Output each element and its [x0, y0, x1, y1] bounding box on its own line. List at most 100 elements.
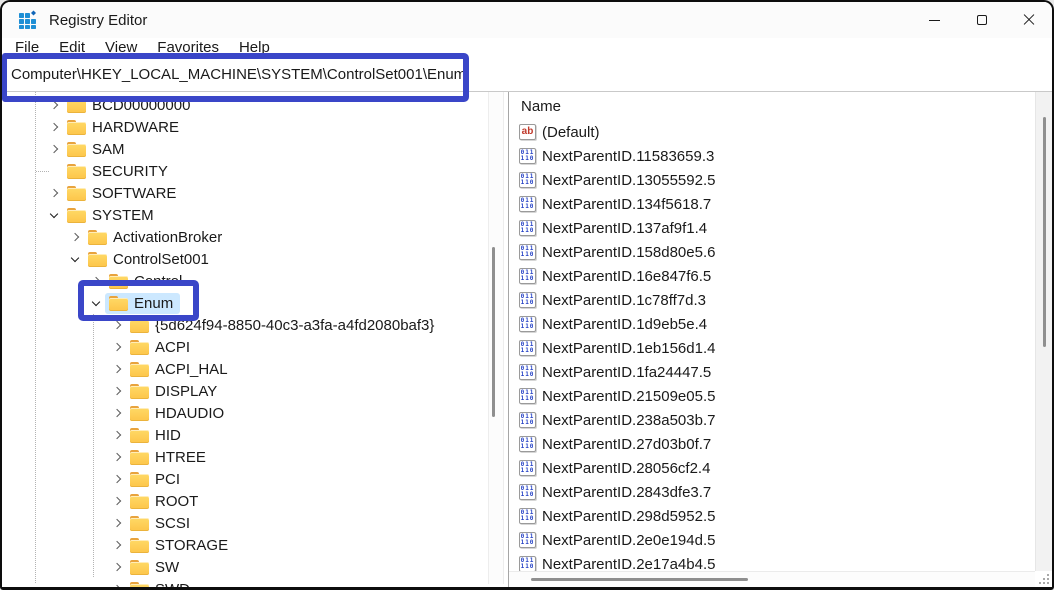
tree-row[interactable]: SCSI — [2, 512, 486, 534]
value-row[interactable]: ab 011 110 NextParentID.298d5952.5 — [509, 504, 1035, 528]
expand-chevron-icon[interactable] — [47, 163, 63, 179]
tree-row[interactable]: ACPI — [2, 336, 486, 358]
tree-scrollbar-thumb[interactable] — [492, 247, 495, 417]
value-row[interactable]: ab 011 110 NextParentID.1c78ff7d.3 — [509, 288, 1035, 312]
tree-row[interactable]: Control — [2, 270, 486, 292]
tree-row[interactable]: HDAUDIO — [2, 402, 486, 424]
tree-row-label: DISPLAY — [155, 383, 217, 400]
tree-row[interactable]: HARDWARE — [2, 116, 486, 138]
tree-row-chip: ACPI_HAL — [126, 359, 235, 380]
expand-chevron-icon[interactable] — [110, 339, 126, 355]
tree-row[interactable]: {5d624f94-8850-40c3-a3fa-a4fd2080baf3} — [2, 314, 486, 336]
tree-scrollbar-track[interactable] — [488, 92, 504, 584]
expand-chevron-icon[interactable] — [110, 471, 126, 487]
expand-chevron-icon[interactable] — [110, 383, 126, 399]
tree-row-label: ACPI — [155, 339, 190, 356]
expand-chevron-icon[interactable] — [110, 427, 126, 443]
expand-chevron-icon[interactable] — [110, 493, 126, 509]
menu-view[interactable]: View — [95, 38, 147, 57]
value-row[interactable]: ab 011 110 NextParentID.11583659.3 — [509, 144, 1035, 168]
value-row[interactable]: ab 011 110 NextParentID.16e847f6.5 — [509, 264, 1035, 288]
expand-chevron-icon[interactable] — [110, 559, 126, 575]
value-row[interactable]: ab 011 110 NextParentID.238a503b.7 — [509, 408, 1035, 432]
expand-chevron-icon[interactable] — [68, 251, 84, 267]
values-horizontal-scrollbar-track[interactable] — [509, 571, 1035, 587]
tree-row[interactable]: SWD — [2, 578, 486, 587]
expand-chevron-icon[interactable] — [47, 141, 63, 157]
tree-row[interactable]: SOFTWARE — [2, 182, 486, 204]
tree-row-chip: Control — [105, 271, 189, 292]
registry-editor-icon — [18, 10, 38, 30]
string-icon-glyph: ab — [522, 127, 534, 137]
value-row[interactable]: ab 011 110 NextParentID.1eb156d1.4 — [509, 336, 1035, 360]
tree-row[interactable]: ActivationBroker — [2, 226, 486, 248]
resize-grip[interactable] — [1036, 571, 1051, 586]
tree-row-label: ActivationBroker — [113, 229, 222, 246]
tree-row[interactable]: BCD00000000 — [2, 94, 486, 116]
tree-row[interactable]: HTREE — [2, 446, 486, 468]
expand-chevron-icon[interactable] — [110, 581, 126, 587]
expand-chevron-icon[interactable] — [47, 119, 63, 135]
expand-chevron-icon[interactable] — [110, 449, 126, 465]
value-row[interactable]: ab 011 110 (Default) — [509, 120, 1035, 144]
value-row[interactable]: ab 011 110 NextParentID.1fa24447.5 — [509, 360, 1035, 384]
binary-value-icon: 011 110 — [519, 268, 536, 284]
expand-chevron-icon[interactable] — [110, 405, 126, 421]
values-horizontal-scrollbar-thumb[interactable] — [531, 578, 748, 581]
values-vertical-scrollbar-thumb[interactable] — [1043, 117, 1046, 347]
value-row[interactable]: ab 011 110 NextParentID.1d9eb5e.4 — [509, 312, 1035, 336]
tree-row[interactable]: SAM — [2, 138, 486, 160]
binary-value-icon: 011 110 — [519, 316, 536, 332]
tree-row-chip: ROOT — [126, 491, 205, 512]
binary-value-icon: 011 110 — [519, 388, 536, 404]
title-bar: Registry Editor — [2, 2, 1052, 38]
expand-chevron-icon[interactable] — [47, 185, 63, 201]
expand-chevron-icon[interactable] — [89, 295, 105, 311]
menu-file[interactable]: File — [5, 38, 49, 57]
menu-help[interactable]: Help — [229, 38, 280, 57]
value-row[interactable]: ab 011 110 NextParentID.21509e05.5 — [509, 384, 1035, 408]
tree-row[interactable]: PCI — [2, 468, 486, 490]
close-button[interactable] — [1005, 2, 1052, 38]
expand-chevron-icon[interactable] — [110, 537, 126, 553]
expand-chevron-icon[interactable] — [110, 515, 126, 531]
registry-key-folder-icon — [130, 582, 149, 588]
tree-row-label: SOFTWARE — [92, 185, 176, 202]
value-row[interactable]: ab 011 110 NextParentID.158d80e5.6 — [509, 240, 1035, 264]
expand-chevron-icon[interactable] — [47, 97, 63, 113]
value-row[interactable]: ab 011 110 NextParentID.2843dfe3.7 — [509, 480, 1035, 504]
binary-value-icon: 011 110 — [519, 172, 536, 188]
value-row[interactable]: ab 011 110 NextParentID.28056cf2.4 — [509, 456, 1035, 480]
tree-row-chip: PCI — [126, 469, 187, 490]
expand-chevron-icon[interactable] — [110, 317, 126, 333]
menu-edit[interactable]: Edit — [49, 38, 95, 57]
values-column-header[interactable]: Name — [509, 92, 1052, 120]
values-vertical-scrollbar-track[interactable] — [1035, 92, 1052, 571]
tree-row[interactable]: ACPI_HAL — [2, 358, 486, 380]
tree-row-chip: BCD00000000 — [63, 95, 197, 116]
tree-row[interactable]: ControlSet001 — [2, 248, 486, 270]
value-name: NextParentID.2843dfe3.7 — [542, 484, 711, 501]
minimize-button[interactable] — [911, 2, 958, 38]
value-row[interactable]: ab 011 110 NextParentID.13055592.5 — [509, 168, 1035, 192]
maximize-button[interactable] — [958, 2, 1005, 38]
registry-key-folder-icon — [67, 208, 86, 223]
tree-row[interactable]: SW — [2, 556, 486, 578]
expand-chevron-icon[interactable] — [110, 361, 126, 377]
tree-row[interactable]: SYSTEM — [2, 204, 486, 226]
menu-favorites[interactable]: Favorites — [147, 38, 229, 57]
expand-chevron-icon[interactable] — [89, 273, 105, 289]
address-bar[interactable]: Computer\HKEY_LOCAL_MACHINE\SYSTEM\Contr… — [2, 58, 1052, 92]
value-row[interactable]: ab 011 110 NextParentID.137af9f1.4 — [509, 216, 1035, 240]
tree-row[interactable]: ROOT — [2, 490, 486, 512]
tree-row[interactable]: Enum — [2, 292, 486, 314]
expand-chevron-icon[interactable] — [68, 229, 84, 245]
value-row[interactable]: ab 011 110 NextParentID.134f5618.7 — [509, 192, 1035, 216]
tree-row[interactable]: HID — [2, 424, 486, 446]
tree-row[interactable]: STORAGE — [2, 534, 486, 556]
tree-row[interactable]: DISPLAY — [2, 380, 486, 402]
expand-chevron-icon[interactable] — [47, 207, 63, 223]
value-row[interactable]: ab 011 110 NextParentID.27d03b0f.7 — [509, 432, 1035, 456]
value-row[interactable]: ab 011 110 NextParentID.2e0e194d.5 — [509, 528, 1035, 552]
tree-row[interactable]: SECURITY — [2, 160, 486, 182]
